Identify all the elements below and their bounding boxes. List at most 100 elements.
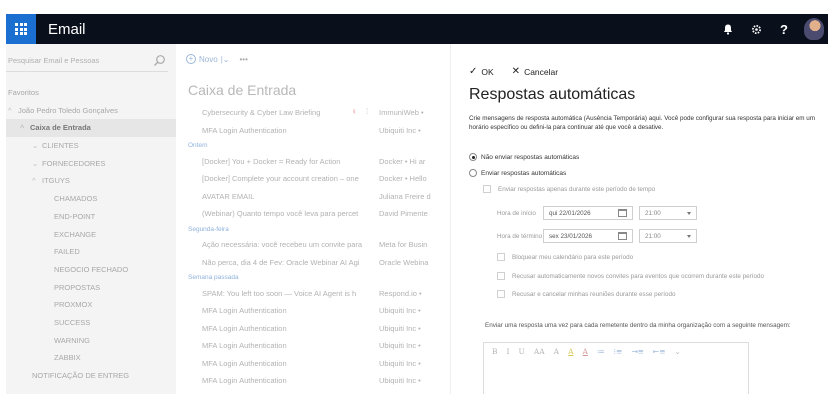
- flag-icon[interactable]: ♀: [351, 107, 357, 116]
- font-size-button[interactable]: AA: [534, 347, 545, 356]
- more-button[interactable]: •••: [239, 55, 247, 64]
- mail-toolbar: + Novo |⌄ •••: [186, 52, 248, 66]
- italic-button[interactable]: I: [507, 347, 510, 356]
- cancel-button[interactable]: ✕ Cancelar: [512, 66, 558, 77]
- mail-row[interactable]: MFA Login Authentication Ubiquiti Inc •: [176, 122, 450, 140]
- sidebar-item[interactable]: SUCCESS: [6, 314, 176, 332]
- chevron-up-icon[interactable]: ^: [8, 102, 18, 120]
- sidebar-item[interactable]: FAILED: [6, 243, 176, 261]
- sidebar-item[interactable]: ⌄ CLIENTES: [6, 137, 176, 155]
- sidebar-item[interactable]: ^ ITGUYS: [6, 172, 176, 190]
- outdent-button[interactable]: ⇤≡: [653, 347, 666, 356]
- radio-dont-send-button[interactable]: [469, 153, 477, 161]
- sidebar-item[interactable]: Favoritos: [6, 84, 176, 102]
- sidebar-item[interactable]: ^ João Pedro Toledo Gonçalves: [6, 102, 176, 120]
- close-icon: ✕: [511, 66, 521, 77]
- mail-row[interactable]: MFA Login Authentication Ubiquiti Inc •: [176, 355, 450, 373]
- mail-row[interactable]: MFA Login Authentication Ubiquiti Inc •: [176, 337, 450, 355]
- mail-row[interactable]: Cybersecurity & Cyber Law Briefing ♀ ⁞ Immu…: [176, 104, 450, 122]
- calendar-icon[interactable]: [618, 232, 627, 240]
- sidebar-item[interactable]: NOTIFICAÇÃO DE ENTREG: [6, 367, 176, 385]
- sidebar-item[interactable]: CHAMADOS: [6, 190, 176, 208]
- numbering-button[interactable]: ⁝≡: [614, 347, 623, 356]
- sidebar-item[interactable]: NEGOCIO FECHADO: [6, 261, 176, 279]
- search-icon[interactable]: [153, 54, 166, 67]
- sidebar-item[interactable]: WARNING: [6, 332, 176, 350]
- block-calendar-check[interactable]: Bloquear meu calendário para este períod…: [497, 253, 633, 261]
- app-launcher-button[interactable]: [6, 14, 36, 44]
- sidebar-item-label: WARNING: [54, 335, 90, 345]
- mail-subject: Ação necessária: você recebeu um convite…: [202, 240, 363, 249]
- chevron-down-icon[interactable]: ⌄: [32, 137, 42, 155]
- mail-row[interactable]: [Docker] Complete your account creation …: [176, 170, 450, 188]
- ok-button[interactable]: ✓ OK: [469, 66, 494, 77]
- new-button[interactable]: Novo: [199, 55, 218, 64]
- decline-cancel-check[interactable]: Recusar e cancelar minhas reuniões duran…: [497, 290, 675, 298]
- block-calendar-checkbox[interactable]: [497, 253, 505, 261]
- top-bar: Email ?: [6, 14, 828, 44]
- sidebar-item[interactable]: PROPOSTAS: [6, 279, 176, 297]
- decline-new-label: Recusar automaticamente novos convites p…: [512, 272, 765, 280]
- sidebar-item[interactable]: ⌄ FORNECEDORES: [6, 155, 176, 173]
- only-period-label: Enviar respostas apenas durante este per…: [498, 185, 656, 193]
- radio-send-label: Enviar respostas automáticas: [481, 169, 567, 177]
- end-time-select[interactable]: 21:00: [639, 229, 697, 243]
- mail-row[interactable]: AVATAR EMAIL Juliana Freire d: [176, 188, 450, 206]
- chevron-down-icon[interactable]: ⌄: [32, 155, 42, 173]
- chevron-up-icon[interactable]: ^: [32, 172, 42, 190]
- font-color-button[interactable]: A: [583, 347, 588, 356]
- only-period-check[interactable]: Enviar respostas apenas durante este per…: [483, 185, 655, 193]
- grow-font-button[interactable]: A: [554, 347, 559, 356]
- decline-cancel-checkbox[interactable]: [497, 290, 505, 298]
- sidebar-item[interactable]: ^ Caixa de Entrada: [6, 119, 176, 138]
- sidebar-item-label: Caixa de Entrada: [30, 123, 91, 133]
- radio-send[interactable]: Enviar respostas automáticas: [469, 169, 566, 177]
- mail-row[interactable]: Ação necessária: você recebeu um convite…: [176, 236, 450, 254]
- bullets-button[interactable]: ≔: [597, 347, 605, 356]
- only-period-checkbox[interactable]: [483, 185, 491, 193]
- sidebar-item[interactable]: ZABBIX: [6, 349, 176, 367]
- mail-row[interactable]: SPAM: You left too soon — Voice AI Agent…: [176, 285, 450, 303]
- sidebar-item[interactable]: END-POINT: [6, 208, 176, 226]
- radio-dont-send-label: Não enviar respostas automáticas: [481, 153, 580, 161]
- calendar-icon[interactable]: [618, 209, 627, 217]
- sidebar-item[interactable]: PROXMOX: [6, 296, 176, 314]
- mail-row[interactable]: Não perca, dia 4 de Fev: Oracle Webinar …: [176, 254, 450, 272]
- date-group-header: Segunda-feira: [188, 225, 229, 233]
- reply-editor[interactable]: B I U AA A A A ≔ ⁝≡ ⇥≡ ⇤≡ ⌄: [483, 342, 749, 394]
- mail-sender: ImmuniWeb •: [379, 108, 424, 117]
- search-input[interactable]: [6, 56, 146, 65]
- radio-dont-send[interactable]: Não enviar respostas automáticas: [469, 153, 579, 161]
- mail-row[interactable]: MFA Login Authentication Ubiquiti Inc •: [176, 320, 450, 338]
- mail-subject: Cybersecurity & Cyber Law Briefing: [202, 108, 321, 117]
- decline-new-check[interactable]: Recusar automaticamente novos convites p…: [497, 272, 764, 280]
- decline-new-checkbox[interactable]: [497, 272, 505, 280]
- mail-row[interactable]: [Docker] You + Docker = Ready for Action…: [176, 153, 450, 171]
- highlight-button[interactable]: A: [568, 347, 573, 356]
- sidebar-item[interactable]: EXCHANGE: [6, 226, 176, 244]
- mail-list: + Novo |⌄ ••• Caixa de Entrada Cybersecu…: [176, 44, 450, 394]
- chevron-up-icon[interactable]: ^: [20, 119, 30, 137]
- waffle-icon: [15, 23, 27, 35]
- mail-row[interactable]: MFA Login Authentication Ubiquiti Inc •: [176, 372, 450, 390]
- notifications-button[interactable]: [714, 14, 742, 44]
- bold-button[interactable]: B: [492, 347, 498, 356]
- start-time-select[interactable]: 21:00: [639, 206, 697, 220]
- mail-row[interactable]: MFA Login Authentication Ubiquiti Inc •: [176, 302, 450, 320]
- chevron-down-icon[interactable]: |⌄: [221, 55, 230, 64]
- radio-send-button[interactable]: [469, 169, 477, 177]
- pin-icon[interactable]: ⁞: [366, 107, 368, 116]
- start-date-picker[interactable]: qui 22/01/2026: [543, 206, 633, 220]
- internal-reply-label: Enviar uma resposta uma vez para cada re…: [485, 322, 791, 329]
- settings-button[interactable]: [742, 14, 770, 44]
- indent-button[interactable]: ⇥≡: [631, 347, 644, 356]
- panel-description: Crie mensagens de resposta automática (A…: [469, 115, 816, 131]
- avatar[interactable]: [804, 18, 824, 40]
- help-button[interactable]: ?: [770, 14, 798, 44]
- underline-button[interactable]: U: [518, 347, 524, 356]
- more-format-button[interactable]: ⌄: [675, 347, 681, 356]
- sidebar-item-label: FORNECEDORES: [42, 158, 106, 168]
- end-date-picker[interactable]: sex 23/01/2026: [543, 229, 633, 243]
- mail-row[interactable]: (Webinar) Quanto tempo você leva para pe…: [176, 205, 450, 223]
- mail-sender: Ubiquiti Inc •: [379, 125, 421, 135]
